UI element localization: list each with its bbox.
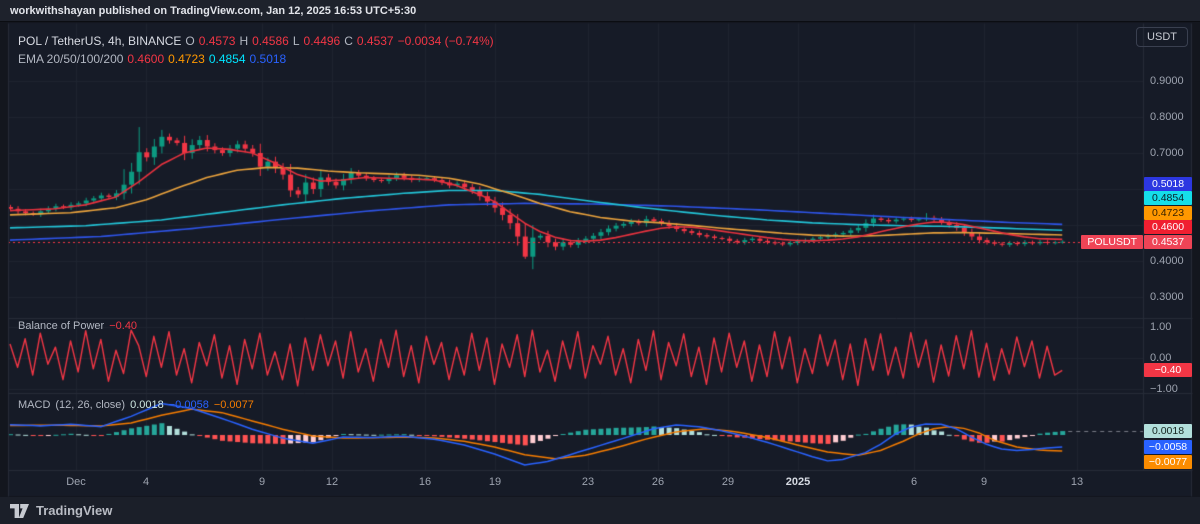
- ema-price-tag-0.5018: 0.5018: [1144, 176, 1192, 191]
- ema-legend-seg-4: 0.5018: [249, 52, 287, 66]
- bop-title-seg-1: −0.40: [109, 320, 138, 332]
- published-info-bar: workwithshayan published on TradingView.…: [0, 0, 1200, 22]
- symbol-header-seg-3: H: [239, 34, 249, 48]
- time-label-9: 9: [980, 476, 988, 488]
- time-label-29: 29: [721, 476, 735, 488]
- time-label-12: 12: [325, 476, 339, 488]
- ema-legend-seg-3: 0.4854: [208, 52, 246, 66]
- symbol-header-seg-7: C: [344, 34, 353, 48]
- symbol-header: POL / TetherUS, 4h, BINANCE O 0.4573 H 0.458…: [18, 34, 498, 48]
- symbol-price-flag: POLUSDT: [1081, 234, 1143, 249]
- symbol-header-seg-1: O: [185, 34, 195, 48]
- time-label-Dec: Dec: [66, 476, 86, 488]
- time-label-2025: 2025: [785, 476, 811, 488]
- symbol-header-seg-9: −0.0034 (−0.74%): [397, 34, 494, 48]
- tradingview-logo-icon[interactable]: [10, 503, 29, 518]
- macd-title-seg-0: MACD: [18, 399, 51, 411]
- bop-pane-title: Balance of Power −0.40: [18, 320, 142, 332]
- bop-value-badge: −0.40: [1144, 363, 1192, 378]
- symbol-header-seg-5: L: [292, 34, 300, 48]
- symbol-header-seg-6: 0.4496: [303, 34, 341, 48]
- ema-legend: EMA 20/50/100/200 0.4600 0.4723 0.4854 0.501…: [18, 52, 290, 66]
- macd-pane-title: MACD (12, 26, close) 0.0018 −0.0058 −0.0077: [18, 399, 259, 411]
- ema-legend-seg-1: 0.4600: [127, 52, 165, 66]
- time-label-26: 26: [651, 476, 665, 488]
- time-scale-axis[interactable]: [8, 470, 1192, 496]
- macd-title-seg-2: 0.0018: [130, 399, 164, 411]
- published-info-text: workwithshayan published on TradingView.…: [10, 5, 417, 17]
- ema-price-tag-0.4723: 0.4723: [1144, 205, 1192, 220]
- symbol-header-seg-0: POL / TetherUS, 4h, BINANCE: [18, 34, 182, 48]
- macd-title-seg-3: −0.0058: [168, 399, 209, 411]
- footer-bar: TradingView: [0, 497, 1200, 524]
- price-tick-0.9000: 0.9000: [1150, 75, 1184, 87]
- bop-tick-0: 0.00: [1150, 352, 1172, 364]
- macd-value-badge-2: −0.0077: [1144, 454, 1192, 469]
- macd-value-badge-1: −0.0058: [1144, 440, 1192, 454]
- time-label-13: 13: [1070, 476, 1084, 488]
- time-label-23: 23: [581, 476, 595, 488]
- tradingview-brand-text: TradingView: [36, 503, 113, 518]
- macd-value-badge-0: 0.0018: [1144, 424, 1192, 439]
- price-chart-canvas[interactable]: [0, 0, 1200, 524]
- bop-tick-1: 1.00: [1150, 321, 1172, 333]
- bop-tick--1: −1.00: [1150, 383, 1178, 395]
- time-label-4: 4: [142, 476, 150, 488]
- ema-legend-seg-2: 0.4723: [168, 52, 205, 66]
- price-tick-0.8000: 0.8000: [1150, 111, 1184, 123]
- price-tick-0.4000: 0.4000: [1150, 255, 1184, 267]
- symbol-header-seg-2: 0.4573: [198, 34, 236, 48]
- price-tick-0.3000: 0.3000: [1150, 291, 1184, 303]
- time-label-9: 9: [258, 476, 266, 488]
- macd-title-seg-4: −0.0077: [213, 399, 254, 411]
- symbol-header-seg-8: 0.4537: [356, 34, 394, 48]
- macd-title-seg-1: (12, 26, close): [55, 399, 126, 411]
- bop-title-seg-0: Balance of Power: [18, 320, 105, 332]
- ema-legend-seg-0: EMA 20/50/100/200: [18, 52, 124, 66]
- time-label-19: 19: [488, 476, 502, 488]
- symbol-header-seg-4: 0.4586: [252, 34, 289, 48]
- time-label-6: 6: [910, 476, 918, 488]
- ema-price-tag-0.4854: 0.4854: [1144, 191, 1192, 206]
- last-price-tag: 0.4537: [1144, 234, 1192, 249]
- tradingview-published-chart: workwithshayan published on TradingView.…: [0, 0, 1200, 524]
- price-tick-0.7000: 0.7000: [1150, 147, 1184, 159]
- ema-price-tag-0.4600: 0.4600: [1144, 220, 1192, 235]
- time-label-16: 16: [418, 476, 432, 488]
